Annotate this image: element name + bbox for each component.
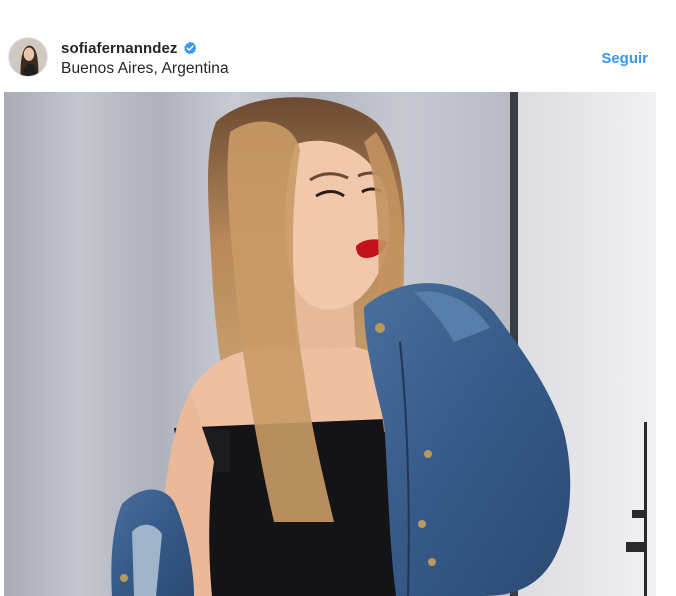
location-link[interactable]: Buenos Aires, Argentina (61, 60, 229, 78)
follow-button[interactable]: Seguir (601, 50, 648, 67)
username-row: sofiafernanndez (61, 39, 197, 57)
photo-illustration (4, 92, 656, 596)
verified-badge-icon (183, 41, 197, 55)
post-header: sofiafernanndez Buenos Aires, Argentina … (0, 0, 676, 88)
post-photo[interactable] (4, 92, 656, 596)
avatar[interactable] (8, 37, 48, 77)
avatar-image (9, 38, 47, 76)
username[interactable]: sofiafernanndez (61, 40, 178, 57)
instagram-post: sofiafernanndez Buenos Aires, Argentina … (0, 0, 676, 596)
